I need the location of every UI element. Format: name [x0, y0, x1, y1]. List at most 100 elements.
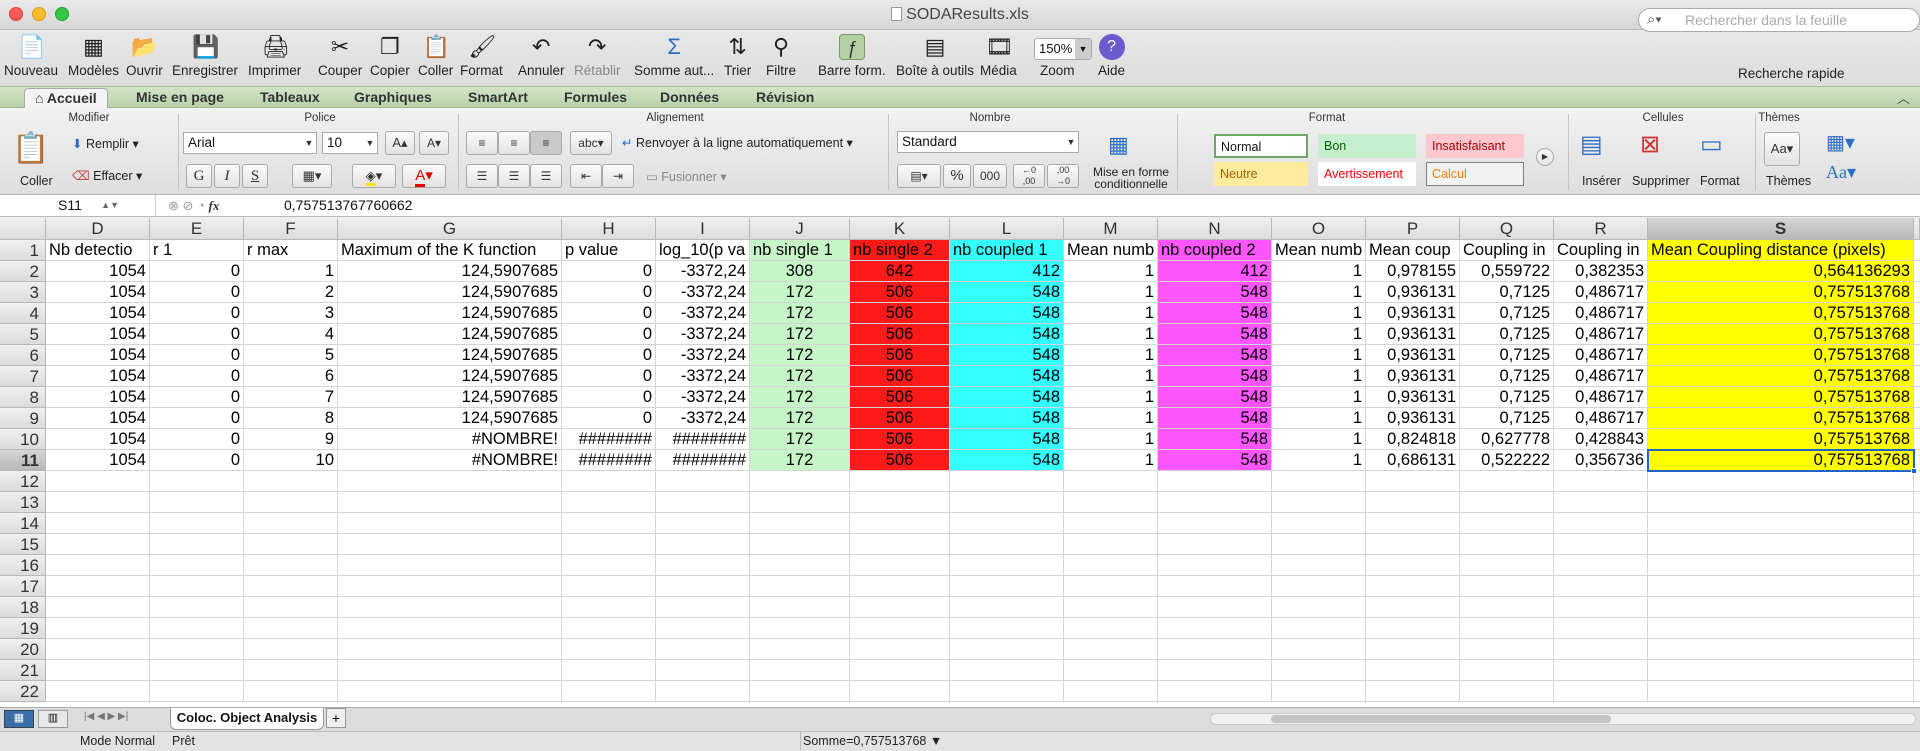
underline-button[interactable]: S [242, 164, 268, 188]
table-cell[interactable]: 7 [244, 387, 338, 408]
empty-cell[interactable] [1064, 660, 1158, 681]
empty-cell[interactable] [244, 555, 338, 576]
empty-cell[interactable] [1648, 639, 1914, 660]
table-cell[interactable]: 1054 [46, 345, 150, 366]
empty-cell[interactable] [750, 555, 850, 576]
empty-cell[interactable] [1064, 534, 1158, 555]
table-cell[interactable]: 548 [950, 366, 1064, 387]
table-cell[interactable]: 1 [1272, 450, 1366, 471]
empty-cell[interactable] [1158, 471, 1272, 492]
empty-cell[interactable] [562, 576, 656, 597]
empty-cell[interactable] [150, 555, 244, 576]
table-cell[interactable]: 1 [1272, 429, 1366, 450]
empty-cell[interactable] [750, 639, 850, 660]
increase-decimal-button[interactable]: ←0,00 [1013, 164, 1045, 188]
table-cell[interactable]: -3372,24 [656, 408, 750, 429]
empty-cell[interactable] [1914, 345, 1920, 366]
empty-cell[interactable] [750, 471, 850, 492]
empty-cell[interactable] [750, 534, 850, 555]
thousands-button[interactable]: 000 [973, 164, 1007, 188]
empty-cell[interactable] [656, 534, 750, 555]
shrink-font-button[interactable]: A▾ [419, 131, 449, 155]
paste-button[interactable]: 📋 Coller [418, 34, 453, 84]
empty-cell[interactable] [1914, 618, 1920, 639]
table-cell[interactable]: 0 [150, 366, 244, 387]
empty-cell[interactable] [244, 492, 338, 513]
column-header-J[interactable]: J [750, 218, 850, 240]
column-header-I[interactable]: I [656, 218, 750, 240]
table-cell[interactable]: 506 [850, 387, 950, 408]
table-cell[interactable]: 0,757513768 [1648, 324, 1914, 345]
table-cell[interactable]: -3372,24 [656, 324, 750, 345]
empty-cell[interactable] [950, 576, 1064, 597]
stepper-icon[interactable]: ▲▼ [101, 195, 119, 216]
templates-button[interactable]: ▦ Modèles [68, 34, 119, 84]
empty-cell[interactable] [1648, 576, 1914, 597]
empty-cell[interactable] [750, 681, 850, 702]
row-header-22[interactable]: 22 [0, 681, 46, 702]
row-header-7[interactable]: 7 [0, 366, 46, 387]
cancel-icon[interactable]: ⊗ [168, 198, 179, 213]
column-header-P[interactable]: P [1366, 218, 1460, 240]
row-header-16[interactable]: 16 [0, 555, 46, 576]
empty-cell[interactable] [1460, 471, 1554, 492]
table-cell[interactable]: 548 [950, 303, 1064, 324]
column-header-K[interactable]: K [850, 218, 950, 240]
table-cell[interactable]: 1 [1272, 366, 1366, 387]
row-header-13[interactable]: 13 [0, 492, 46, 513]
table-cell[interactable]: 2 [244, 282, 338, 303]
empty-cell[interactable] [244, 681, 338, 702]
empty-cell[interactable] [338, 471, 562, 492]
empty-cell[interactable] [1064, 618, 1158, 639]
empty-cell[interactable] [850, 618, 950, 639]
empty-cell[interactable] [1554, 660, 1648, 681]
confirm-icon[interactable]: ⊘ [183, 198, 194, 213]
table-cell[interactable]: 0 [150, 387, 244, 408]
empty-cell[interactable] [46, 555, 150, 576]
empty-cell[interactable] [1272, 576, 1366, 597]
empty-cell[interactable] [338, 639, 562, 660]
empty-cell[interactable] [1460, 513, 1554, 534]
empty-cell[interactable] [1914, 597, 1920, 618]
table-cell[interactable]: 506 [850, 303, 950, 324]
empty-cell[interactable] [1272, 492, 1366, 513]
table-cell[interactable]: -3372,24 [656, 366, 750, 387]
table-cell[interactable]: 1 [1064, 366, 1158, 387]
empty-cell[interactable] [1366, 492, 1460, 513]
header-cell[interactable]: p value [562, 240, 656, 261]
table-cell[interactable]: 1054 [46, 366, 150, 387]
empty-cell[interactable] [1064, 576, 1158, 597]
empty-cell[interactable] [950, 534, 1064, 555]
table-cell[interactable]: 506 [850, 366, 950, 387]
empty-cell[interactable] [750, 660, 850, 681]
format-painter-button[interactable]: 🖌 Format [460, 34, 503, 84]
column-header-F[interactable]: F [244, 218, 338, 240]
empty-cell[interactable] [562, 660, 656, 681]
empty-cell[interactable] [1272, 555, 1366, 576]
empty-cell[interactable] [950, 639, 1064, 660]
empty-cell[interactable] [1554, 555, 1648, 576]
empty-cell[interactable] [150, 639, 244, 660]
table-cell[interactable]: 0,486717 [1554, 324, 1648, 345]
empty-cell[interactable] [562, 597, 656, 618]
filter-button[interactable]: ⚲ Filtre [766, 34, 796, 84]
table-cell[interactable]: 0,486717 [1554, 408, 1648, 429]
header-cell[interactable]: Nb detectio [46, 240, 150, 261]
table-cell[interactable]: 548 [1158, 429, 1272, 450]
font-name-select[interactable]: Arial ▼ [183, 132, 317, 154]
borders-button[interactable]: ▦▾ [292, 164, 332, 188]
empty-cell[interactable] [850, 660, 950, 681]
styles-more-button[interactable]: ▶ [1536, 148, 1554, 166]
table-cell[interactable]: 0,7125 [1460, 345, 1554, 366]
empty-cell[interactable] [338, 555, 562, 576]
empty-cell[interactable] [150, 597, 244, 618]
undo-button[interactable]: ↶ Annuler [518, 34, 565, 84]
empty-cell[interactable] [1460, 660, 1554, 681]
decrease-decimal-button[interactable]: ,00 →0 [1047, 164, 1079, 188]
empty-cell[interactable] [150, 534, 244, 555]
empty-cell[interactable] [150, 618, 244, 639]
empty-cell[interactable] [1460, 639, 1554, 660]
collapse-ribbon-icon[interactable]: ︿ [1897, 88, 1910, 107]
empty-cell[interactable] [150, 576, 244, 597]
row-header-1[interactable]: 1 [0, 240, 46, 261]
